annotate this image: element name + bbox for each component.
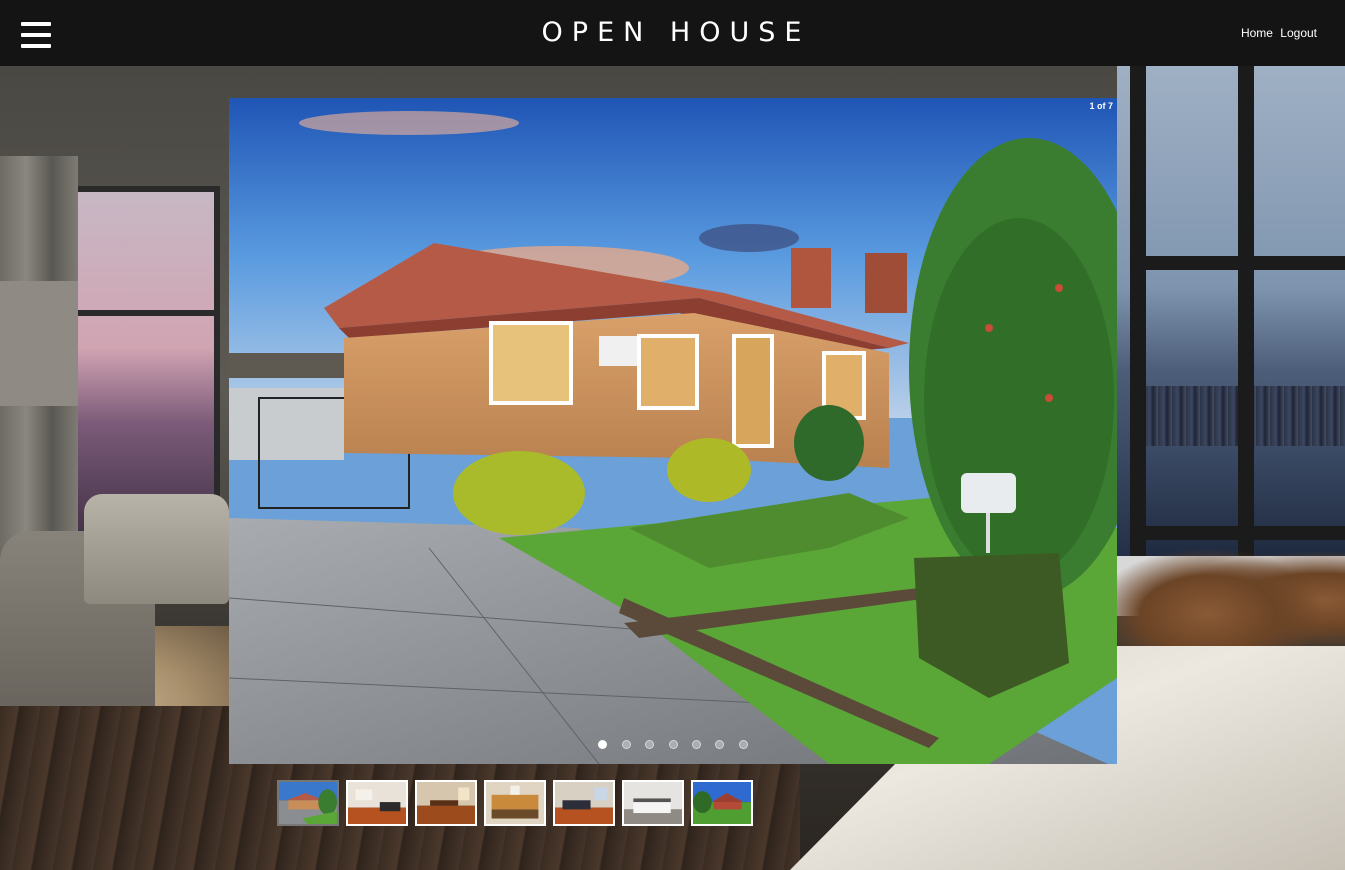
thumbnail-living-room[interactable] [346,780,408,826]
top-bar: OPEN HOUSE Home Logout [0,0,1345,66]
thumbnail-backyard[interactable] [691,780,753,826]
main-photo [229,98,1117,764]
thumbnail-lounge[interactable] [553,780,615,826]
slide-counter: 1 of 7 [1089,101,1113,111]
thumbnail-kitchen[interactable] [484,780,546,826]
slide-dot[interactable] [738,740,748,749]
slide-dot[interactable] [691,740,701,749]
slide-dot[interactable] [645,740,655,749]
thumbnail-bedroom[interactable] [622,780,684,826]
thumbnail-dining-room[interactable] [415,780,477,826]
home-link[interactable]: Home [1241,26,1273,40]
top-nav: Home Logout [1237,26,1317,40]
slide-dot[interactable] [668,740,678,749]
logout-link[interactable]: Logout [1280,26,1317,40]
slide-indicators [229,736,1117,754]
slide-dot[interactable] [715,740,725,749]
thumbnail-exterior-front[interactable] [277,780,339,826]
site-title: OPEN HOUSE [541,17,811,48]
slide-dot[interactable] [598,740,608,749]
photo-slideshow[interactable]: 1 of 7 [229,98,1117,764]
slide-dot[interactable] [621,740,631,749]
